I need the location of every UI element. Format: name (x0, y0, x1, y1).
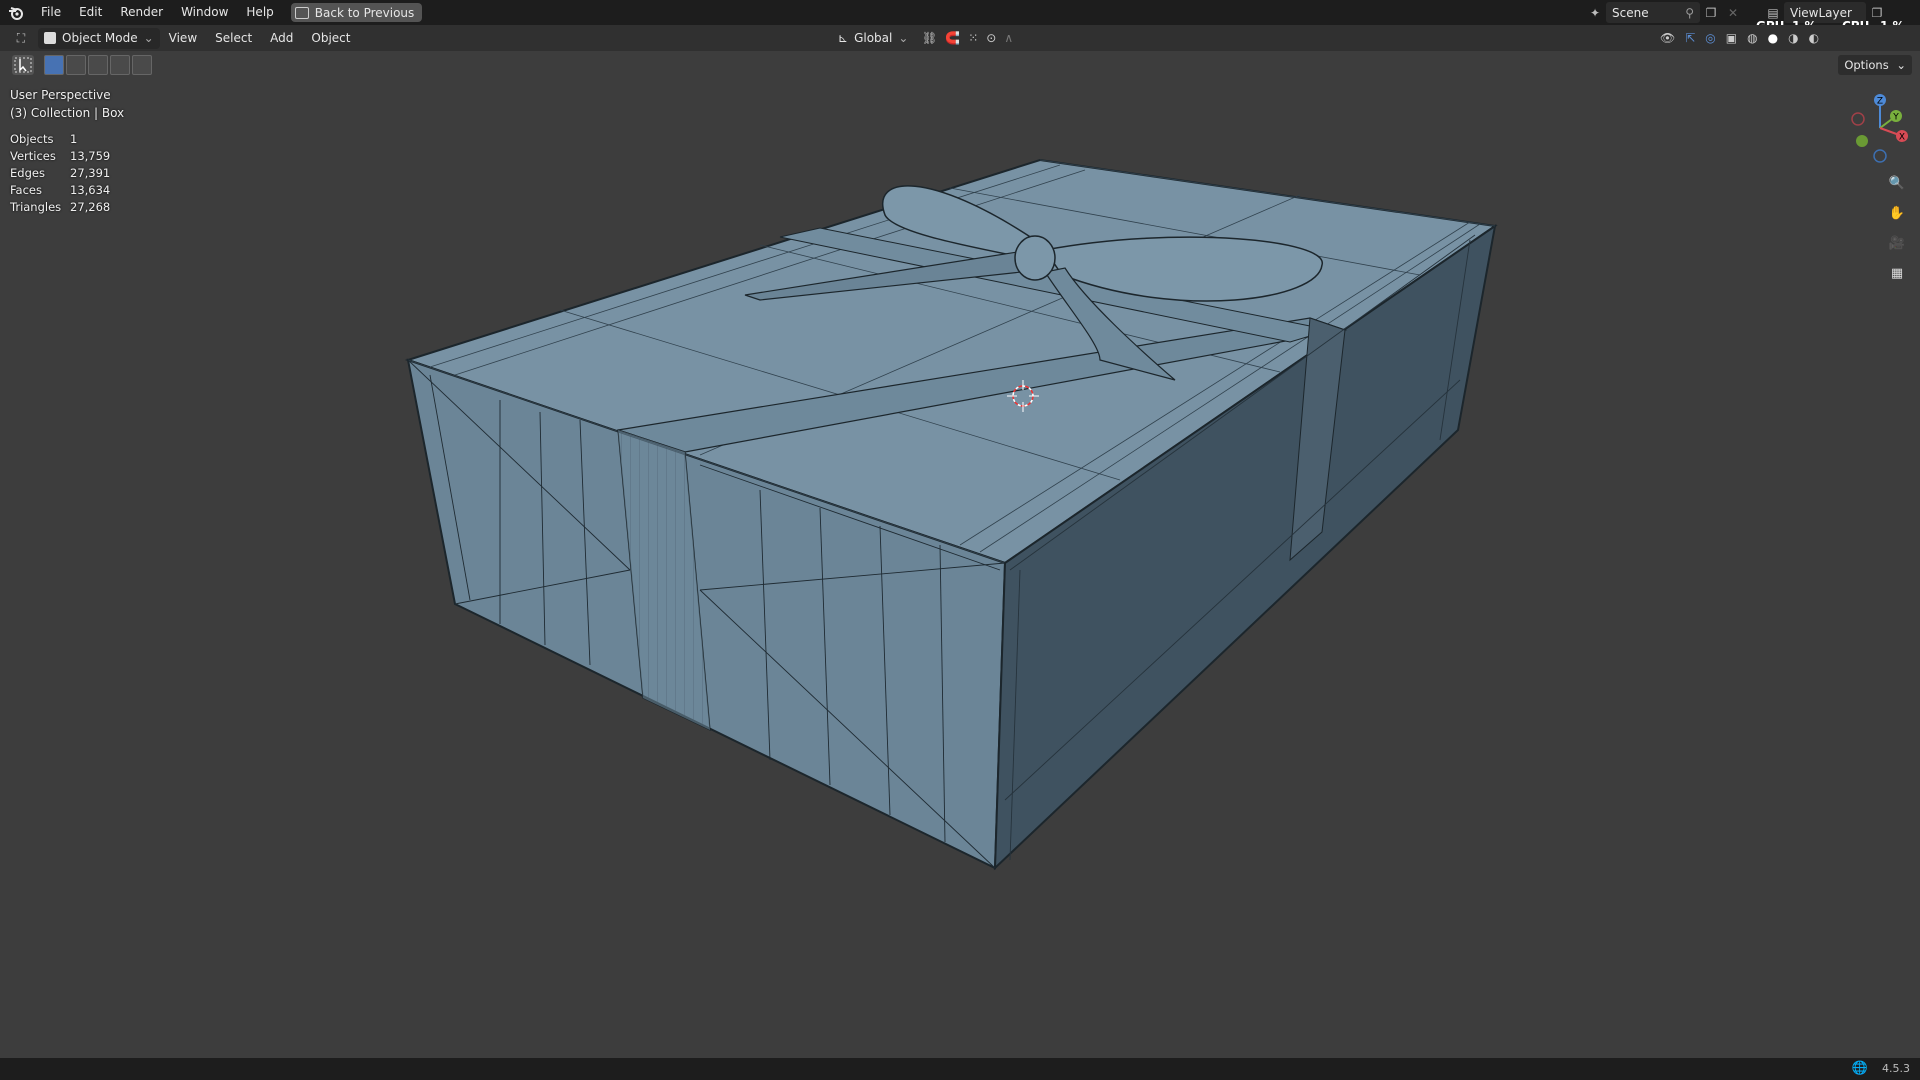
scene-statistics: Objects 1 Vertices 13,759 Edges 27,391 Face… (10, 131, 130, 216)
material-shading-icon[interactable]: ◑ (1788, 31, 1798, 45)
orientation-icon: ⊾ (838, 31, 849, 45)
menu-view[interactable]: View (160, 25, 206, 51)
solid-shading-icon[interactable]: ● (1768, 31, 1778, 45)
gizmo-neg-x[interactable] (1851, 112, 1865, 126)
visibility-icon[interactable]: 👁 (1660, 31, 1675, 45)
chevron-down-icon: ⌄ (143, 31, 154, 45)
globe-icon: 🌐 (1851, 1061, 1868, 1076)
pivot-icon[interactable]: ⛓ (922, 31, 937, 45)
editor-type-icon[interactable]: ⛶ (10, 28, 32, 49)
svg-text:X: X (1899, 133, 1905, 143)
viewport-header: ⛶ Object Mode ⌄ View Select Add Object ⊾… (0, 25, 1920, 51)
wireframe-shading-icon[interactable]: ◍ (1747, 31, 1757, 45)
gizmo-neg-z[interactable] (1873, 149, 1887, 163)
select-tool-button[interactable] (12, 55, 34, 75)
scene-name: Scene (1612, 5, 1649, 20)
perspective-toggle-icon[interactable]: ▦ (1884, 260, 1910, 286)
new-scene-icon[interactable]: ❐ (1700, 2, 1722, 23)
select-intersect-icon[interactable] (132, 55, 152, 75)
snap-target-icon[interactable]: ⁙ (968, 31, 978, 45)
scene-icon[interactable]: ✦ (1584, 2, 1606, 23)
orientation-label: Global (854, 31, 893, 45)
screen-icon (294, 6, 309, 19)
options-dropdown[interactable]: Options ⌄ (1838, 55, 1912, 75)
menu-add[interactable]: Add (261, 25, 302, 51)
stat-row: Faces 13,634 (10, 183, 111, 197)
object-mode-icon (44, 32, 56, 44)
menu-select[interactable]: Select (206, 25, 261, 51)
remove-scene-icon[interactable]: ✕ (1722, 2, 1744, 23)
svg-text:Y: Y (1892, 113, 1899, 123)
chevron-down-icon: ⌄ (898, 31, 909, 45)
perspective-label: User Perspective (10, 88, 111, 102)
stat-row: Objects 1 (10, 132, 78, 146)
version-label: 4.5.3 (1882, 1062, 1910, 1075)
snap-icon[interactable]: 🧲 (945, 31, 960, 45)
select-invert-icon[interactable] (110, 55, 130, 75)
pan-hand-icon[interactable]: ✋ (1884, 200, 1910, 226)
stat-row: Edges 27,391 (10, 166, 111, 180)
stat-row: Vertices 13,759 (10, 149, 111, 163)
rendered-shading-icon[interactable]: ◐ (1809, 31, 1819, 45)
chevron-down-icon: ⌄ (1896, 58, 1906, 72)
view-layer-name: ViewLayer (1790, 5, 1852, 20)
scene-selector[interactable]: ✦ Scene ⚲ ❐ ✕ (1584, 2, 1744, 23)
menu-file[interactable]: File (32, 0, 70, 25)
zoom-icon[interactable]: 🔍 (1884, 170, 1910, 196)
stat-row: Triangles 27,268 (10, 200, 111, 214)
collection-label: (3) Collection | Box (10, 106, 125, 120)
select-extend-icon[interactable] (66, 55, 86, 75)
proportional-edit-icon[interactable]: ⊙ (986, 31, 996, 45)
navigation-gizmo[interactable]: Z Y X (1842, 88, 1912, 166)
xray-icon[interactable]: ▣ (1726, 31, 1737, 45)
select-subtract-icon[interactable] (88, 55, 108, 75)
camera-view-icon[interactable]: 🎥 (1884, 230, 1910, 256)
menu-object[interactable]: Object (302, 25, 359, 51)
back-to-previous-button[interactable]: Back to Previous (290, 3, 423, 22)
transform-orientation[interactable]: ⊾ Global ⌄ (838, 28, 908, 48)
menu-edit[interactable]: Edit (70, 0, 111, 25)
mode-label: Object Mode (62, 31, 138, 45)
overlay-toggle-icon[interactable]: ◎ (1705, 31, 1715, 45)
select-new-icon[interactable] (44, 55, 64, 75)
selection-mode-group (44, 55, 154, 75)
viewport-3d[interactable] (0, 77, 1920, 1057)
status-bar: 🌐 4.5.3 (0, 1058, 1920, 1080)
svg-text:Z: Z (1877, 97, 1883, 107)
mode-selector[interactable]: Object Mode ⌄ (38, 27, 160, 49)
blender-logo-icon[interactable] (0, 0, 32, 25)
menu-render[interactable]: Render (111, 0, 172, 25)
gizmo-neg-y[interactable] (1856, 135, 1868, 147)
viewport-info: User Perspective (3) Collection | Box (10, 86, 124, 122)
gizmo-toggle-icon[interactable]: ⇱ (1685, 31, 1695, 45)
menu-window[interactable]: Window (172, 0, 237, 25)
top-menu-bar: File Edit Render Window Help Back to Pre… (0, 0, 1920, 33)
pin-icon[interactable]: ⚲ (1685, 6, 1694, 20)
falloff-icon[interactable]: ∧ (1004, 31, 1013, 45)
back-to-previous-label: Back to Previous (314, 5, 415, 20)
options-label: Options (1844, 58, 1889, 72)
menu-help[interactable]: Help (237, 0, 282, 25)
